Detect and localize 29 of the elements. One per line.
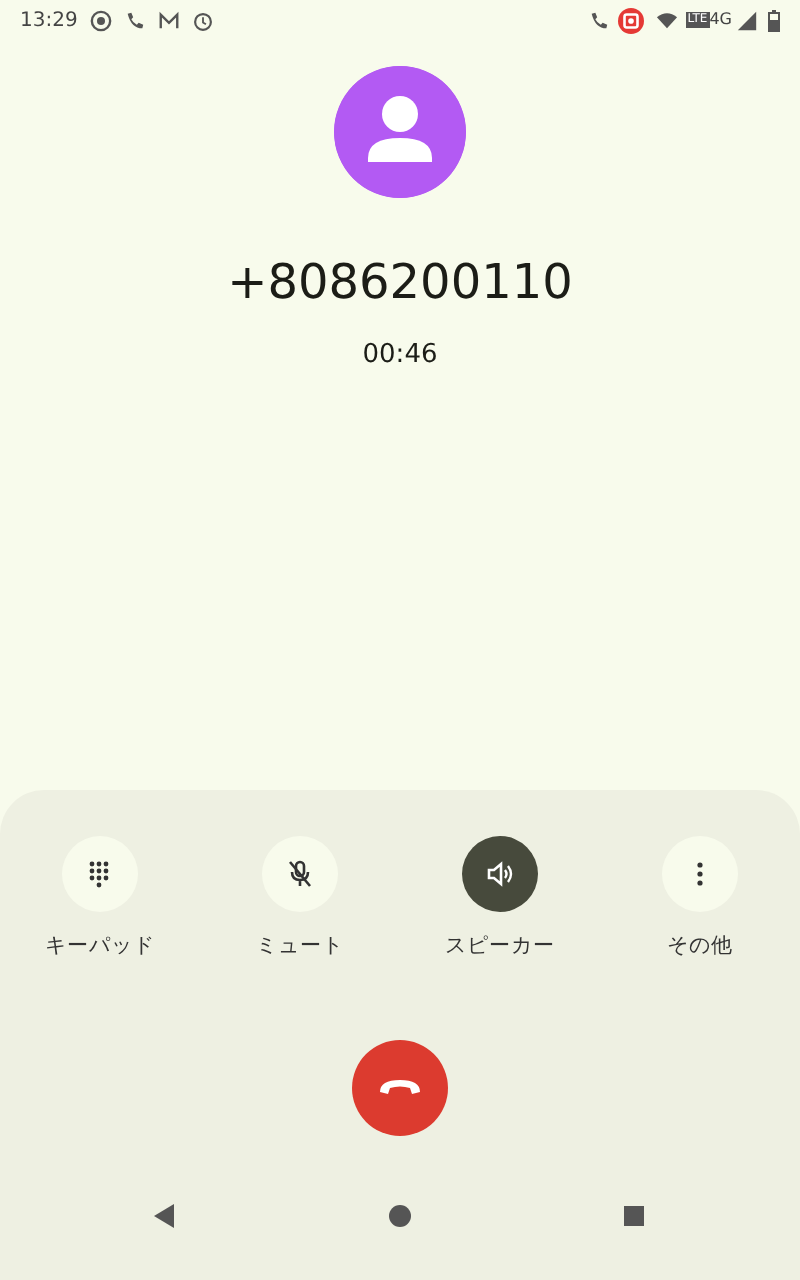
dialpad-icon (86, 860, 114, 888)
button-label: ミュート (256, 932, 344, 962)
call-duration: 00:46 (362, 338, 438, 374)
back-button[interactable] (152, 1203, 176, 1228)
signal-icon (736, 9, 758, 31)
button-label: キーパッド (45, 932, 155, 962)
keypad-button[interactable] (62, 836, 138, 912)
phone-icon (587, 9, 610, 31)
mute-button[interactable] (262, 836, 338, 912)
avatar-icon (334, 66, 466, 198)
speaker-button[interactable] (462, 836, 538, 912)
recents-button[interactable] (622, 1203, 646, 1228)
record-icon (617, 7, 644, 33)
alarm-icon (191, 9, 214, 31)
phone-hangup-icon (378, 1077, 422, 1098)
button-label: その他 (667, 932, 733, 962)
record-icon (89, 9, 112, 31)
battery-icon (768, 9, 780, 31)
phone-number: +8086200110 (227, 258, 573, 306)
status-time: 13:29 (20, 7, 78, 35)
speaker-icon (486, 860, 514, 888)
muted-microphone-icon (286, 860, 314, 888)
mail-icon (157, 9, 180, 31)
home-button[interactable] (387, 1203, 411, 1228)
end-call-button[interactable] (352, 1039, 448, 1136)
wifi-icon (655, 9, 678, 31)
network-label: 4G (709, 8, 732, 32)
button-label: スピーカー (445, 932, 555, 962)
phone-icon (123, 9, 146, 31)
